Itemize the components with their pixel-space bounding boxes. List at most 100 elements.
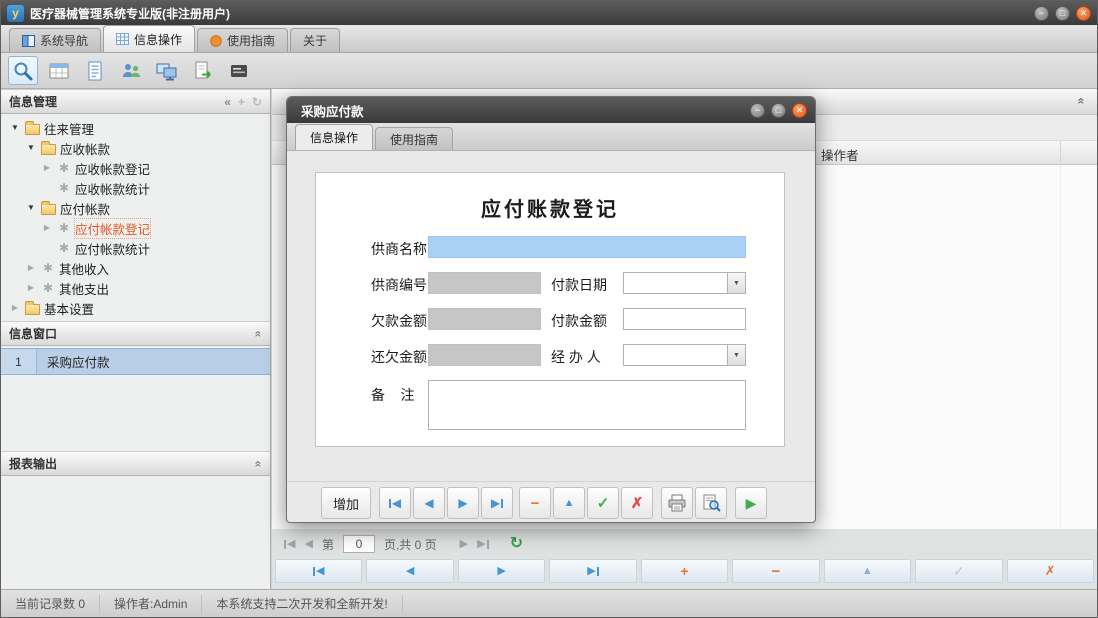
- info-window-panel-header: 信息窗口 «: [1, 321, 270, 346]
- table-tool-button[interactable]: [44, 56, 74, 85]
- supplier-name-label: 供商名称: [371, 239, 427, 259]
- collapsed-arrow-icon[interactable]: ▶: [41, 224, 53, 232]
- last-record-button[interactable]: ▶: [481, 487, 513, 519]
- next-record-button[interactable]: ▶: [458, 559, 545, 583]
- next-record-button[interactable]: ▶: [447, 487, 479, 519]
- tree-item-payables-stats[interactable]: ▶ ✱ 应付帐款统计: [1, 238, 270, 258]
- first-page-button[interactable]: ◀: [284, 539, 295, 550]
- prev-arrow-icon: ◀: [304, 539, 312, 550]
- cancel-button[interactable]: ✗: [621, 487, 653, 519]
- pay-date-value: [624, 273, 727, 293]
- edit-record-button[interactable]: ▲: [824, 559, 911, 583]
- expanded-arrow-icon[interactable]: ▼: [25, 204, 37, 212]
- collapsed-arrow-icon[interactable]: ▶: [25, 284, 37, 292]
- refresh-icon[interactable]: ↻: [252, 96, 262, 108]
- remark-textarea[interactable]: [428, 380, 746, 430]
- printer-icon: [667, 494, 687, 512]
- last-record-button[interactable]: ▶: [549, 559, 636, 583]
- cancel-button[interactable]: ✗: [1007, 559, 1094, 583]
- run-button[interactable]: ▶: [735, 487, 767, 519]
- status-message: 本系统支持二次开发和全新开发!: [202, 595, 402, 613]
- dialog-close-button[interactable]: ✕: [792, 103, 807, 118]
- collapse-panel-icon[interactable]: «: [224, 96, 231, 108]
- first-record-button[interactable]: ◀: [275, 559, 362, 583]
- edit-record-button[interactable]: ▲: [553, 487, 585, 519]
- expanded-arrow-icon[interactable]: ▼: [25, 144, 37, 152]
- delete-record-button[interactable]: −: [519, 487, 551, 519]
- add-icon[interactable]: +: [238, 96, 245, 108]
- add-record-button[interactable]: +: [641, 559, 728, 583]
- user-guide-icon: [210, 35, 222, 47]
- print-preview-button[interactable]: [695, 487, 727, 519]
- expanded-arrow-icon[interactable]: ▼: [9, 124, 21, 132]
- delete-record-button[interactable]: −: [732, 559, 819, 583]
- leaf-icon: ✱: [41, 282, 55, 294]
- previous-record-button[interactable]: ◀: [366, 559, 453, 583]
- users-tool-button[interactable]: [116, 56, 146, 85]
- add-button[interactable]: 增加: [321, 487, 371, 519]
- dialog-button-bar: 增加 ◀ ◀ ▶ ▶ − ▲ ✓ ✗ ▶: [287, 481, 815, 523]
- tab-system-navigation[interactable]: 系统导航: [9, 28, 101, 52]
- supplier-name-input[interactable]: [428, 236, 746, 258]
- search-tool-button[interactable]: [8, 56, 38, 85]
- next-icon: ▶: [497, 566, 505, 577]
- tab-user-guide[interactable]: 使用指南: [197, 28, 288, 52]
- form-title: 应付账款登记: [316, 193, 784, 222]
- tree-item-receivables[interactable]: ▼ 应收帐款: [1, 138, 270, 158]
- tab-about[interactable]: 关于: [290, 28, 340, 52]
- dialog-tab-information-operation[interactable]: 信息操作: [295, 124, 373, 150]
- monitors-tool-button[interactable]: [152, 56, 182, 85]
- save-button[interactable]: ✓: [587, 487, 619, 519]
- tab-information-operation[interactable]: 信息操作: [103, 25, 195, 52]
- tree-item-payables[interactable]: ▼ 应付帐款: [1, 198, 270, 218]
- refresh-icon[interactable]: ↻: [510, 536, 523, 552]
- tree-item-receivables-stats[interactable]: ▶ ✱ 应收帐款统计: [1, 178, 270, 198]
- previous-page-button[interactable]: ◀: [304, 539, 312, 550]
- tree-item-basic-settings[interactable]: ▶ 基本设置: [1, 298, 270, 318]
- info-window-title: 信息窗口: [9, 325, 57, 342]
- dropdown-arrow-icon[interactable]: ▼: [727, 345, 745, 365]
- minimize-button[interactable]: −: [1034, 6, 1049, 21]
- last-page-button[interactable]: ▶: [477, 539, 488, 550]
- dialog-maximize-button[interactable]: □: [771, 103, 786, 118]
- supplier-code-label: 供商编号: [371, 275, 427, 295]
- page-number-input[interactable]: [343, 535, 375, 553]
- users-icon: [120, 60, 142, 82]
- maximize-button[interactable]: □: [1055, 6, 1070, 21]
- confirm-button[interactable]: ✓: [915, 559, 1002, 583]
- pay-amount-input[interactable]: [623, 308, 746, 330]
- export-document-tool-button[interactable]: [188, 56, 218, 85]
- close-button[interactable]: ✕: [1076, 6, 1091, 21]
- pay-date-combobox[interactable]: ▼: [623, 272, 746, 294]
- collapse-up-icon[interactable]: «: [253, 330, 265, 337]
- up-triangle-icon: ▲: [564, 497, 575, 509]
- collapsed-arrow-icon[interactable]: ▶: [41, 164, 53, 172]
- column-header-operator[interactable]: 操作者: [821, 145, 859, 164]
- print-button[interactable]: [661, 487, 693, 519]
- tree-item-other-expense[interactable]: ▶ ✱ 其他支出: [1, 278, 270, 298]
- tree-item-other-income[interactable]: ▶ ✱ 其他收入: [1, 258, 270, 278]
- next-page-button[interactable]: ▶: [460, 539, 468, 550]
- status-bar: 当前记录数 0 操作者:Admin 本系统支持二次开发和全新开发!: [1, 589, 1097, 617]
- handler-combobox[interactable]: ▼: [623, 344, 746, 366]
- sidebar: 信息管理 « + ↻ ▼ 往来管理 ▼ 应收帐款 ▶ ✱ 应收帐款登记: [1, 89, 271, 589]
- info-window-list-item[interactable]: 1 采购应付款: [1, 348, 270, 375]
- device-tool-button[interactable]: [224, 56, 254, 85]
- dialog-tab-user-guide[interactable]: 使用指南: [375, 127, 453, 150]
- first-record-button[interactable]: ◀: [379, 487, 411, 519]
- document-tool-button[interactable]: [80, 56, 110, 85]
- tree-item-payables-register[interactable]: ▶ ✱ 应付帐款登记: [1, 218, 270, 238]
- list-item-label: 采购应付款: [37, 352, 110, 371]
- tree-item-contacts-mgmt[interactable]: ▼ 往来管理: [1, 118, 270, 138]
- collapsed-arrow-icon[interactable]: ▶: [25, 264, 37, 272]
- collapse-up-icon[interactable]: «: [1075, 98, 1089, 105]
- collapsed-arrow-icon[interactable]: ▶: [9, 304, 21, 312]
- tree-item-receivables-register[interactable]: ▶ ✱ 应收帐款登记: [1, 158, 270, 178]
- plus-icon: +: [680, 563, 688, 579]
- collapse-up-icon[interactable]: «: [253, 460, 265, 467]
- previous-record-button[interactable]: ◀: [413, 487, 445, 519]
- dropdown-arrow-icon[interactable]: ▼: [727, 273, 745, 293]
- tree-item-label: 应收帐款统计: [75, 179, 150, 198]
- dialog-minimize-button[interactable]: −: [750, 103, 765, 118]
- pay-amount-label: 付款金额: [551, 311, 607, 331]
